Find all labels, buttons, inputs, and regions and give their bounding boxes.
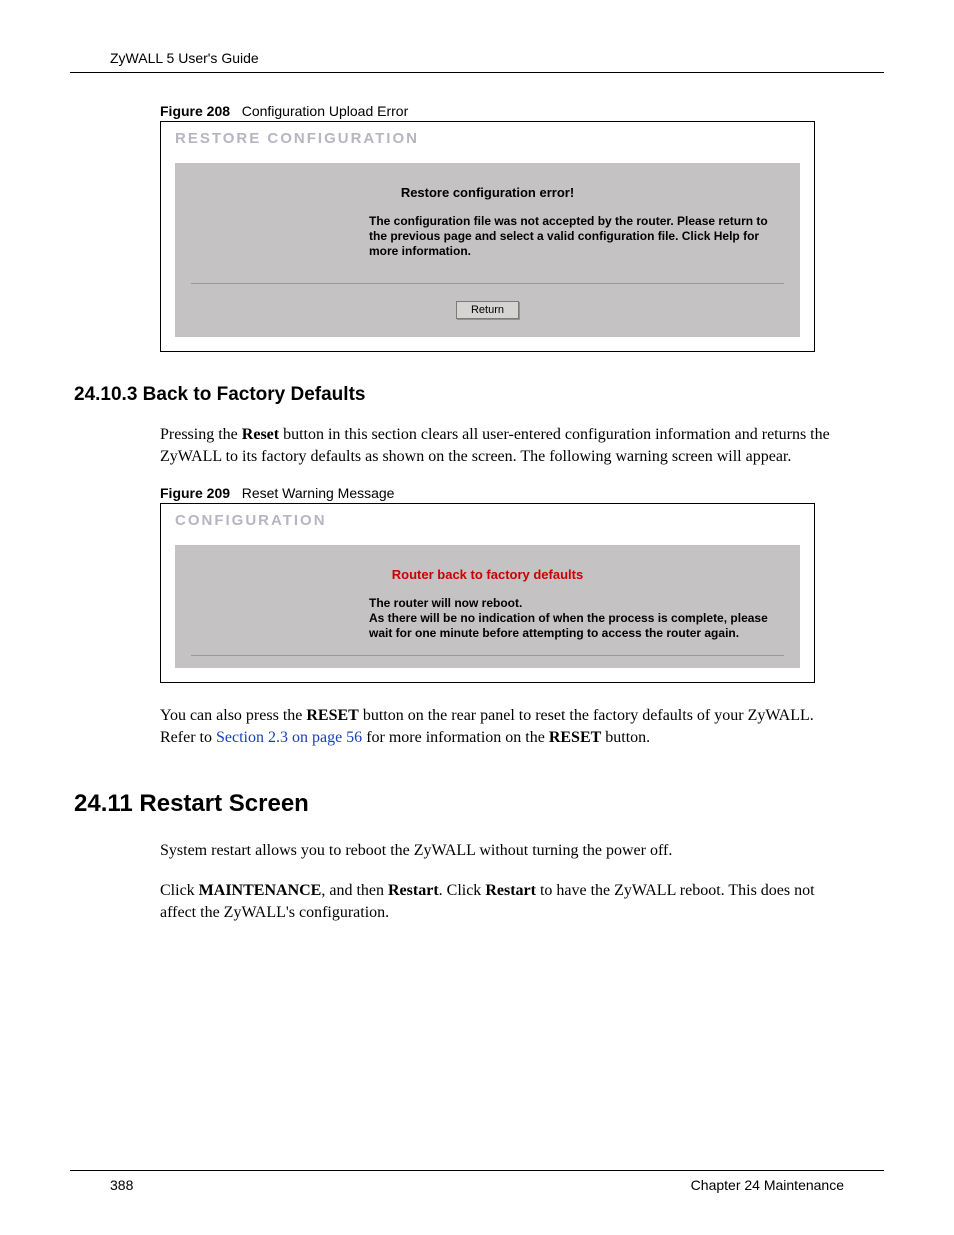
section-24-11-heading: 24.11 Restart Screen [74, 790, 884, 818]
panel-divider [191, 283, 784, 284]
figure-209-caption: Figure 209 Reset Warning Message [160, 485, 884, 501]
page-footer: 388 Chapter 24 Maintenance [70, 1170, 884, 1193]
reset-bold: Reset [242, 426, 279, 443]
return-button[interactable]: Return [456, 301, 519, 319]
text-fragment: button. [601, 729, 650, 746]
factory-defaults-heading: Router back to factory defaults [191, 567, 784, 582]
restore-error-heading: Restore configuration error! [191, 185, 784, 200]
restore-config-panel: Restore configuration error! The configu… [175, 163, 800, 337]
will-now-bold: will now [432, 596, 479, 610]
text-fragment: for more information on the [362, 729, 549, 746]
factory-defaults-body: The router will now reboot. As there wil… [369, 596, 769, 641]
text-fragment: , and then [321, 882, 388, 899]
text-fragment: Click [160, 882, 199, 899]
text-fragment: reboot. [478, 596, 522, 610]
section-2-3-link[interactable]: Section 2.3 on page 56 [216, 729, 362, 746]
figure-208-screenshot: RESTORE CONFIGURATION Restore configurat… [160, 121, 815, 352]
restart-bold: Restart [485, 882, 536, 899]
maintenance-bold: MAINTENANCE [199, 882, 322, 899]
figure-208-number: Figure 208 [160, 103, 230, 119]
section-24-11-para1: System restart allows you to reboot the … [160, 840, 844, 862]
chapter-label: Chapter 24 Maintenance [691, 1177, 844, 1193]
restore-error-body: The configuration file was not accepted … [369, 214, 769, 259]
header-title: ZyWALL 5 User's Guide [110, 50, 259, 66]
factory-defaults-panel: Router back to factory defaults The rout… [175, 545, 800, 668]
after-fig209-para: You can also press the RESET button on t… [160, 705, 844, 748]
text-fragment: Pressing the [160, 426, 242, 443]
restore-config-title: RESTORE CONFIGURATION [161, 122, 814, 163]
text-fragment: The router [369, 596, 432, 610]
section-24-10-3-heading: 24.10.3 Back to Factory Defaults [74, 384, 884, 406]
figure-209-number: Figure 209 [160, 485, 230, 501]
text-fragment: . Click [439, 882, 486, 899]
configuration-title: CONFIGURATION [161, 504, 814, 545]
figure-209-title: Reset Warning Message [242, 485, 395, 501]
page-number: 388 [110, 1177, 133, 1193]
text-fragment: You can also press the [160, 707, 306, 724]
section-24-11-para2: Click MAINTENANCE, and then Restart. Cli… [160, 880, 844, 923]
page-header: ZyWALL 5 User's Guide [70, 50, 884, 73]
panel-divider [191, 655, 784, 656]
figure-209-screenshot: CONFIGURATION Router back to factory def… [160, 503, 815, 683]
figure-208-title: Configuration Upload Error [242, 103, 409, 119]
text-fragment: As there will be no indication of when t… [369, 611, 768, 640]
reset-bold: RESET [549, 729, 601, 746]
button-row: Return [191, 300, 784, 319]
reset-bold: RESET [306, 707, 358, 724]
figure-208-caption: Figure 208 Configuration Upload Error [160, 103, 884, 119]
restart-bold: Restart [388, 882, 439, 899]
section-24-10-3-para: Pressing the Reset button in this sectio… [160, 424, 844, 467]
